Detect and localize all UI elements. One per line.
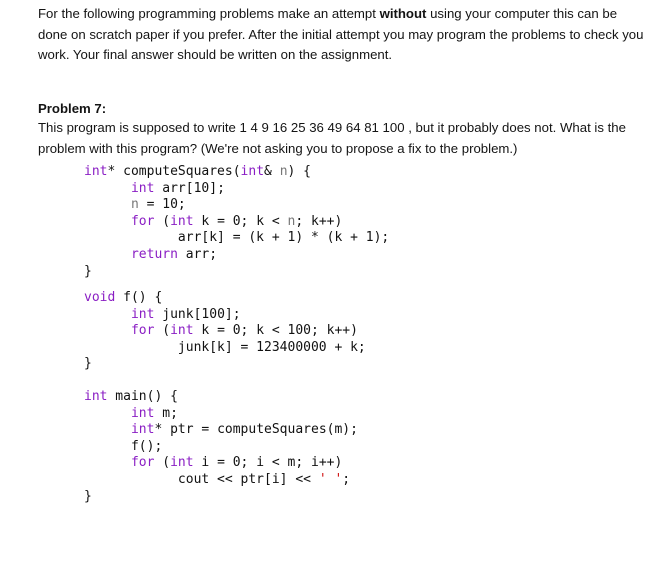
instructions-paragraph: For the following programming problems m… <box>38 4 648 66</box>
code-line: cout << ptr[i] << ' '; <box>84 471 351 487</box>
code-line: } <box>84 488 92 504</box>
code-line: int* ptr = computeSquares(m); <box>130 422 358 438</box>
code-line: n = 10; <box>130 197 186 213</box>
instructions-bold-word: without <box>379 6 427 21</box>
instructions-text-before: For the following programming problems m… <box>38 6 380 21</box>
code-line: for (int k = 0; k < n; k++) <box>130 213 343 229</box>
code-line: int main() { <box>84 389 178 404</box>
code-line: arr[k] = (k + 1) * (k + 1); <box>84 230 390 246</box>
code-line: junk[k] = 123400000 + k; <box>84 339 366 355</box>
code-line: int* computeSquares(int& n) { <box>84 164 311 179</box>
problem-title: Problem 7: <box>38 101 107 116</box>
code-line: for (int i = 0; i < m; i++) <box>130 455 343 471</box>
code-line: return arr; <box>130 246 218 262</box>
code-line: int arr[10]; <box>130 180 225 196</box>
code-line: } <box>84 356 92 372</box>
code-line: int junk[100]; <box>130 306 241 322</box>
code-line: void f() { <box>84 290 163 305</box>
code-line: } <box>84 263 92 279</box>
code-line: f(); <box>84 438 163 454</box>
code-line: int m; <box>130 405 178 421</box>
code-block-f: void f() { int junk[100]; for (int k = 0… <box>84 290 366 373</box>
code-line: for (int k = 0; k < 100; k++) <box>130 323 358 339</box>
code-block-main: int main() { int m; int* ptr = computeSq… <box>84 389 358 505</box>
problem-description: This program is supposed to write 1 4 9 … <box>38 120 626 156</box>
code-block-compute-squares: int* computeSquares(int& n) { int arr[10… <box>84 164 389 280</box>
